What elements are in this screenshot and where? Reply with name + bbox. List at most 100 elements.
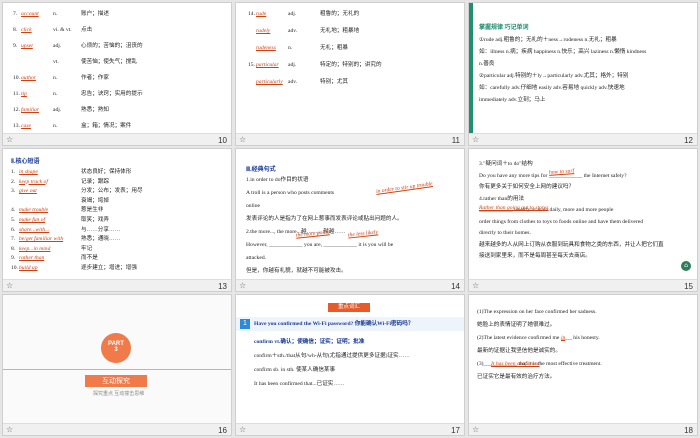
part-of-speech: n.	[53, 11, 58, 17]
slide-thumbnail[interactable]: 7. account n. 账户；描述 8. click vi. & vt. 点击 9. upse…	[2, 2, 232, 146]
slide-thumbnail[interactable]: 重点词汇 1 Have you confirmed the Wi-Fi pass…	[235, 294, 465, 436]
slide-footer: ☆ 14	[236, 279, 464, 291]
body-line: 但是，你越有礼貌，就越不可能被攻击。	[246, 268, 347, 274]
answer-text: keep track of	[19, 178, 48, 185]
body-line: 如：carefully adv.仔细地 easily adv.容易地 quick…	[479, 85, 625, 91]
body-line: attacked.	[246, 255, 267, 261]
row-number: 5.	[11, 217, 16, 223]
row-number: 13.	[13, 123, 20, 129]
definition: 取笑；戏弄	[81, 217, 109, 223]
answer-text: tip	[21, 91, 27, 97]
slide-number: 15	[684, 282, 693, 291]
star-icon: ☆	[472, 135, 480, 144]
definition: 忠告；诀窍；实用的提示	[81, 91, 143, 97]
slide-thumbnail[interactable]: (1)The expression on her face confirmed …	[468, 294, 698, 436]
body-line: confirm vt.确认；使确信；证实；证明；批准	[254, 339, 365, 345]
definition: 特别；尤其	[320, 79, 348, 85]
definition: 无礼；粗暴	[320, 45, 348, 51]
definition: 牢记	[81, 245, 93, 252]
body-line: (2)The latest evidence confirmed me ____…	[477, 335, 600, 341]
slide-footer: ☆ 18	[469, 423, 697, 435]
answer-text: make fun of	[19, 217, 46, 223]
slide-thumbnail[interactable]: Ⅲ.经典句式 1.in order to do作目的状语 A troll is a…	[235, 148, 465, 292]
row-number: 12.	[13, 107, 20, 113]
slide-thumbnail[interactable]: 14. rude adj. 粗鲁的；无礼的 rudely adv. 无礼地；粗暴地 ruden…	[235, 2, 465, 146]
slide-number: 17	[451, 426, 460, 435]
definition: 熟悉；通晓……	[81, 236, 121, 243]
star-icon: ☆	[6, 281, 14, 290]
accent-bar	[469, 3, 473, 134]
answer-text: in shape	[19, 169, 38, 175]
body-line: confirm sb. in sth. 使某人确信某事	[254, 367, 336, 373]
row-number: 15.	[248, 62, 255, 68]
home-icon[interactable]: ⌂	[681, 261, 691, 271]
answer-text: It has been confirmed	[491, 361, 540, 367]
slide-title: Ⅲ.经典句式	[246, 167, 276, 173]
row-number: 3.	[11, 188, 16, 195]
star-icon: ☆	[6, 425, 14, 434]
definition: 点击	[81, 27, 93, 33]
row-number: 9.	[11, 255, 16, 262]
answer-text: be/get familiar with	[19, 236, 64, 243]
answer-text: Rather than going out to stores	[479, 205, 549, 211]
definition: 无礼地；粗暴地	[320, 28, 360, 34]
slide-footer: ☆ 17	[236, 423, 464, 435]
row-number: 7.	[13, 11, 18, 17]
answer-text: account	[21, 11, 39, 17]
star-icon: ☆	[239, 281, 247, 290]
answer-text: particular	[256, 62, 279, 68]
answer-text: build up	[19, 265, 38, 271]
slide-number: 12	[684, 136, 693, 145]
answer-text: case	[21, 123, 31, 129]
star-icon: ☆	[239, 425, 247, 434]
definition: 而不是	[81, 255, 98, 262]
part-of-speech: vt.	[53, 59, 59, 65]
slide-footer: ☆ 11	[236, 133, 464, 145]
slide-footer: ☆ 10	[3, 133, 231, 145]
row-number: 7.	[11, 236, 16, 243]
body-line: 你有更多关于如何安全上网的建议吗？	[479, 184, 575, 190]
slide-thumbnail[interactable]: 3."疑问词＋to do"结构 Do you have any more tips…	[468, 148, 698, 292]
answer-text: familiar	[21, 107, 40, 113]
body-line: 接送到家里来，而不是每周甚至每天去商店。	[479, 253, 591, 259]
body-line: ①rude adj.粗鲁的；无礼的＋ness→rudeness n.无礼；粗暴	[479, 37, 617, 43]
answer-text: the less likely	[347, 229, 379, 239]
answer-text: author	[21, 75, 36, 81]
row-number: 11.	[13, 91, 20, 97]
part-of-speech: n.	[53, 91, 58, 97]
body-line: 发表评论的人是指为了在网上惹事而发表评论或贴出问题的人。	[246, 216, 403, 222]
answer-text: click	[21, 27, 32, 33]
body-line: n.善良	[479, 61, 495, 67]
body-line: directly to their homes.	[479, 230, 531, 236]
slide-title: 掌握规律 巧记单词	[479, 25, 529, 31]
answer-text: share...with...	[19, 226, 50, 233]
answer-text: keep...in mind	[19, 245, 51, 252]
divider	[3, 369, 231, 370]
slide-number: 16	[218, 426, 227, 435]
body-line: 她脸上的表情证明了她很难过。	[477, 322, 556, 328]
definition: 状态良好；保持体形	[81, 169, 132, 175]
row-number: 8.	[13, 27, 18, 33]
tag-label: 重点词汇	[328, 303, 370, 312]
slide-thumbnail[interactable]: PART 3 互动探究 探究重点 互动撞击思维 ☆ 16	[2, 294, 232, 436]
row-number: 8.	[11, 245, 16, 252]
index-badge: 1	[240, 319, 250, 329]
body-line: ②particular adj.特别的＋ly→particularly adv.…	[479, 73, 629, 79]
star-icon: ☆	[472, 281, 480, 290]
row-number: 4.	[11, 207, 16, 214]
slide-thumbnail[interactable]: 掌握规律 巧记单词 ①rude adj.粗鲁的；无礼的＋ness→rudenes…	[468, 2, 698, 146]
slide-grid: 7. account n. 账户；描述 8. click vi. & vt. 点击 9. upse…	[0, 0, 700, 438]
answer-text: rudely	[256, 28, 271, 34]
body-line: online	[246, 203, 260, 209]
slide-number: 11	[451, 136, 460, 145]
body-line: However, ____________ you are, _________…	[246, 242, 394, 248]
slide-number: 13	[218, 282, 227, 291]
body-line: 4.rather than的用法	[479, 195, 525, 202]
definition: 分发；公布；发表；用尽	[81, 188, 143, 195]
slide-number: 18	[684, 426, 693, 435]
body-line: (1)The expression on her face confirmed …	[477, 309, 597, 315]
slide-thumbnail[interactable]: Ⅱ.核心短语 1. in shape 状态良好；保持体形 2. keep track o…	[2, 148, 232, 292]
slide-footer: ☆ 16	[3, 423, 231, 435]
part-of-speech: vi. & vt.	[53, 27, 72, 33]
definition: 熟悉；熟知	[81, 107, 109, 113]
